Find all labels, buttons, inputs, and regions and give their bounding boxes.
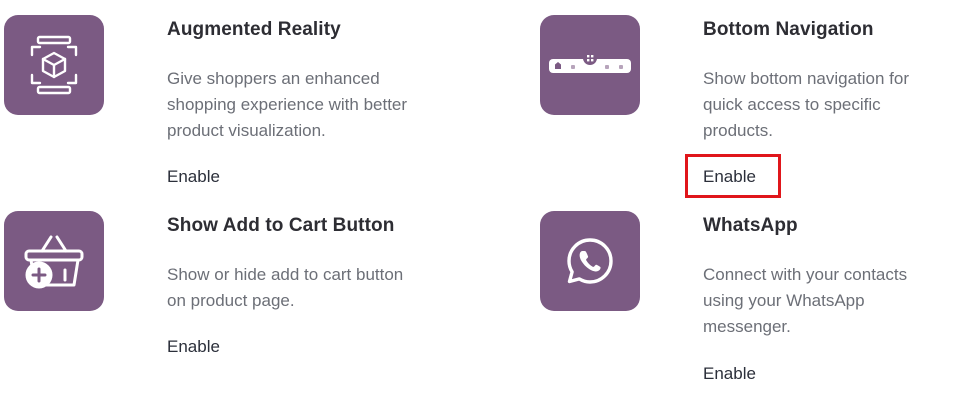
enable-button-whatsapp[interactable]: Enable — [703, 364, 756, 384]
description-line: shopping experience with better — [167, 95, 408, 114]
feature-card-augmented-reality: Augmented Reality Give shoppers an enhan… — [4, 15, 444, 195]
feature-card-add-to-cart: Show Add to Cart Button Show or hide add… — [4, 211, 444, 371]
description-line: quick access to specific — [703, 95, 881, 114]
description-line: product visualization. — [167, 121, 326, 140]
description-line: Give shoppers an enhanced — [167, 69, 380, 88]
description-line: products. — [703, 121, 773, 140]
feature-title: Bottom Navigation — [703, 19, 874, 40]
highlight-box — [685, 154, 781, 198]
feature-title: Augmented Reality — [167, 19, 341, 40]
feature-description: Show bottom navigation for quick access … — [703, 66, 953, 144]
description-line: Show or hide add to cart button — [167, 265, 404, 284]
description-line: Show bottom navigation for — [703, 69, 910, 88]
ar-cube-icon — [4, 15, 104, 115]
feature-description: Give shoppers an enhanced shopping exper… — [167, 66, 437, 144]
description-line: using your WhatsApp — [703, 291, 865, 310]
feature-card-bottom-navigation: Bottom Navigation Show bottom navigation… — [540, 15, 953, 198]
whatsapp-icon — [540, 211, 640, 311]
feature-card-whatsapp: WhatsApp Connect with your contacts usin… — [540, 211, 953, 391]
enable-button-add-to-cart[interactable]: Enable — [167, 337, 220, 357]
feature-title: WhatsApp — [703, 215, 798, 236]
feature-description: Show or hide add to cart button on produ… — [167, 262, 437, 314]
feature-title: Show Add to Cart Button — [167, 215, 395, 236]
bottom-navigation-icon — [540, 15, 640, 115]
description-line: messenger. — [703, 317, 791, 336]
feature-description: Connect with your contacts using your Wh… — [703, 262, 953, 340]
enable-button-augmented-reality[interactable]: Enable — [167, 167, 220, 187]
add-to-cart-basket-icon — [4, 211, 104, 311]
description-line: Connect with your contacts — [703, 265, 908, 284]
description-line: on product page. — [167, 291, 295, 310]
